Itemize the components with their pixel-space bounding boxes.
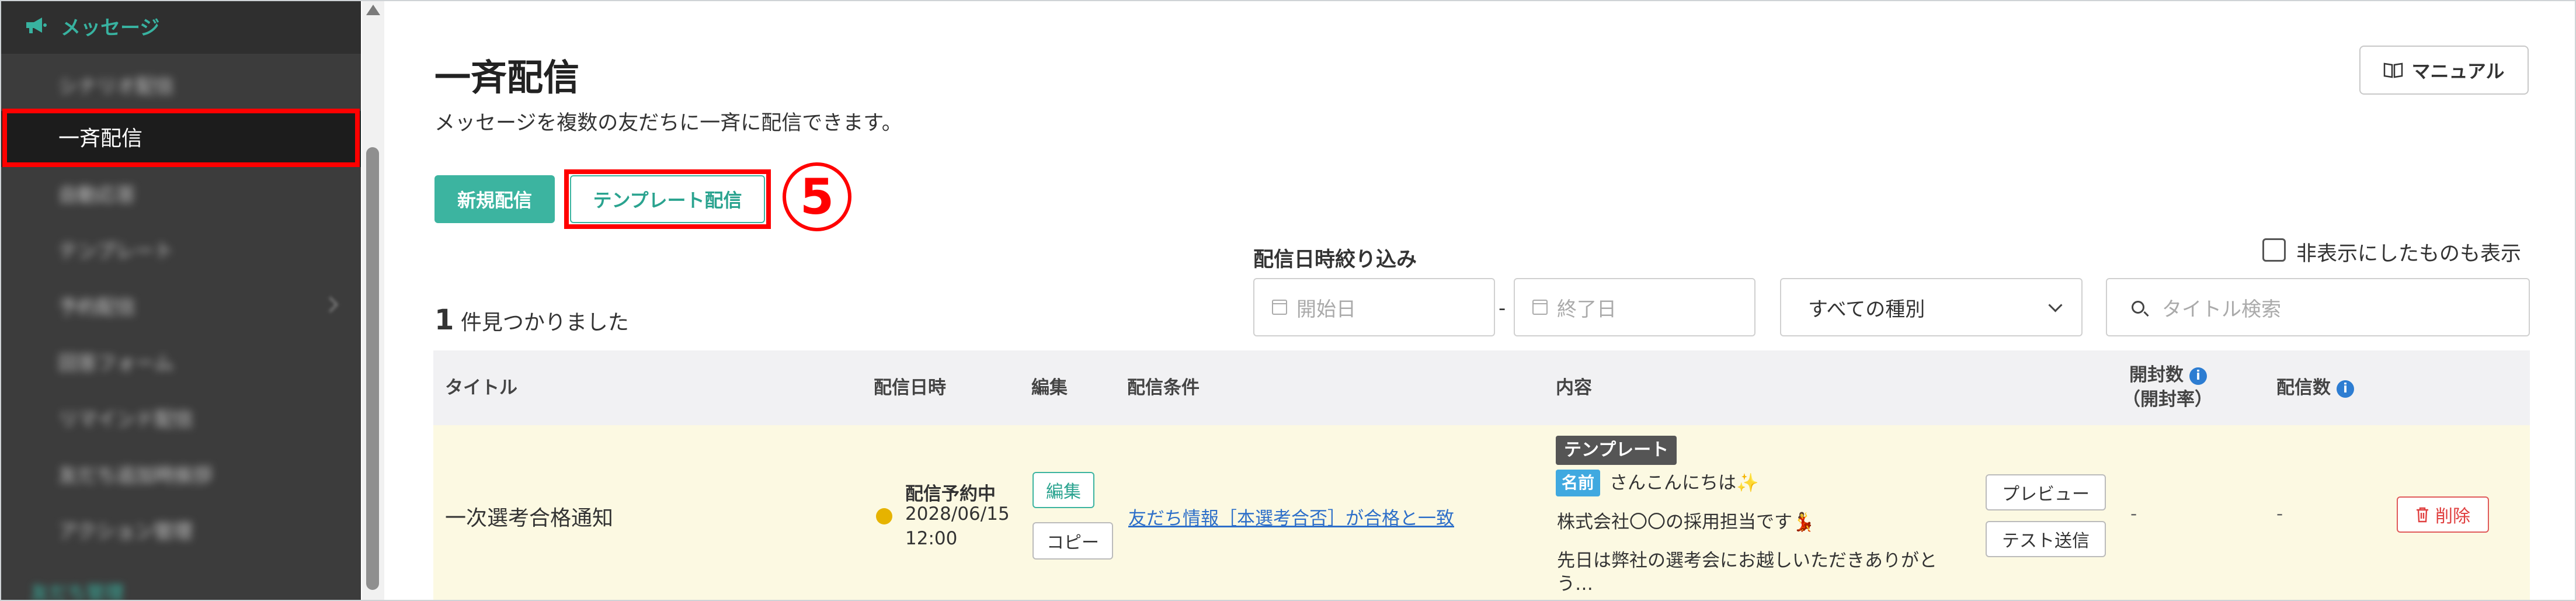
- trash-icon: [2417, 507, 2428, 523]
- sidebar-header[interactable]: メッセージ: [0, 0, 361, 54]
- chevron-down-icon: [322, 297, 338, 312]
- info-icon[interactable]: i: [2337, 380, 2354, 398]
- result-count-number: 1: [434, 304, 454, 336]
- show-hidden-checkbox[interactable]: [2262, 238, 2286, 262]
- condition-link[interactable]: 友だち情報［本選考合否］が合格と一致: [1128, 503, 1454, 530]
- content-line: う…: [1557, 574, 1593, 595]
- manual-label: マニュアル: [2411, 60, 2505, 82]
- content-line: 株式会社〇〇の採用担当です💃: [1557, 512, 1815, 533]
- delete-button[interactable]: 削除: [2397, 496, 2489, 533]
- page-title: 一斉配信: [434, 56, 580, 99]
- sidebar-item-scenario[interactable]: シナリオ配信: [58, 69, 174, 104]
- open-count-value: -: [2130, 503, 2137, 524]
- chevron-down-icon: [2048, 297, 2063, 312]
- calendar-icon: [1532, 300, 1548, 315]
- column-header-edit: 編集: [1031, 377, 1068, 398]
- sidebar-item-auto-reply[interactable]: 自動応答: [58, 178, 135, 213]
- sidebar-header-label: メッセージ: [61, 16, 160, 40]
- sidebar-item-form[interactable]: 回答フォーム: [58, 346, 173, 381]
- copy-button[interactable]: コピー: [1033, 522, 1113, 560]
- table-header: [433, 350, 2530, 425]
- column-header-content: 内容: [1556, 377, 1592, 398]
- test-send-button[interactable]: テスト送信: [1986, 521, 2106, 557]
- type-select-value: すべての種別: [1808, 297, 1925, 321]
- preview-button[interactable]: プレビュー: [1986, 474, 2106, 510]
- sidebar-item-remind[interactable]: リマインド配信: [58, 402, 193, 437]
- book-icon: [2384, 62, 2403, 78]
- search-placeholder: タイトル検索: [2162, 297, 2281, 321]
- scrollbar-thumb[interactable]: [366, 147, 379, 590]
- show-hidden-label: 非表示にしたものも表示: [2296, 242, 2522, 266]
- sent-count-value: -: [2276, 503, 2283, 524]
- result-count-suffix: 件見つかりました: [460, 311, 629, 335]
- type-select[interactable]: すべての種別: [1780, 278, 2083, 336]
- highlight-box-broadcast: [2, 109, 360, 167]
- name-tag: 名前: [1556, 470, 1601, 496]
- scroll-up-arrow-icon[interactable]: [366, 5, 380, 15]
- highlight-box-template: [564, 169, 771, 229]
- search-icon: [2132, 301, 2144, 314]
- new-broadcast-button[interactable]: 新規配信: [434, 175, 555, 223]
- sidebar: メッセージ シナリオ配信 一斉配信 自動応答 テンプレート 予約配信 回答フォー…: [0, 0, 361, 601]
- delete-label: 削除: [2435, 506, 2470, 527]
- date-filter-label: 配信日時絞り込み: [1253, 248, 1417, 272]
- table-row: [433, 425, 2530, 601]
- column-header-date: 配信日時: [874, 377, 946, 398]
- sidebar-item-template[interactable]: テンプレート: [58, 234, 173, 269]
- column-header-open: 開封数 i: [2129, 363, 2207, 387]
- date-separator: -: [1499, 297, 1506, 320]
- status-dot-icon: [876, 508, 892, 524]
- page-subtitle: メッセージを複数の友だちに一斉に配信できます。: [434, 112, 902, 135]
- calendar-icon: [1272, 300, 1287, 315]
- title-search-input[interactable]: タイトル検索: [2106, 278, 2530, 336]
- end-date-input[interactable]: 終了日: [1514, 278, 1755, 336]
- column-header-condition: 配信条件: [1127, 377, 1200, 398]
- info-icon[interactable]: i: [2189, 367, 2207, 385]
- template-badge: テンプレート: [1556, 436, 1677, 465]
- column-header-title: タイトル: [445, 377, 517, 398]
- row-time: 12:00: [905, 528, 958, 549]
- sidebar-item-scheduled[interactable]: 予約配信: [58, 290, 135, 325]
- end-date-placeholder: 終了日: [1557, 297, 1616, 321]
- content-line: さんこんにちは✨: [1609, 473, 1759, 494]
- manual-button[interactable]: マニュアル: [2359, 46, 2529, 95]
- start-date-input[interactable]: 開始日: [1253, 278, 1495, 336]
- sidebar-item-greeting[interactable]: 友だち追加時挨拶: [58, 458, 213, 493]
- column-header-open-rate: （開封率）: [2122, 389, 2213, 410]
- column-header-sent: 配信数 i: [2276, 376, 2354, 399]
- row-status: 配信予約中: [905, 484, 996, 505]
- sidebar-item-friends[interactable]: 友だち管理: [30, 578, 171, 601]
- step-number-badge: 5: [783, 162, 851, 231]
- row-date: 2028/06/15: [905, 503, 1010, 524]
- start-date-placeholder: 開始日: [1296, 297, 1356, 321]
- content-line: 先日は弊社の選考会にお越しいただきありがと: [1557, 550, 1937, 571]
- result-count: 1 件見つかりました: [434, 304, 629, 336]
- sidebar-item-action[interactable]: アクション管理: [58, 514, 192, 549]
- row-title: 一次選考合格通知: [445, 506, 614, 530]
- megaphone-icon: [26, 18, 47, 33]
- column-header-open-label: 開封数: [2129, 364, 2184, 385]
- column-header-sent-label: 配信数: [2276, 377, 2331, 398]
- edit-button[interactable]: 編集: [1033, 472, 1094, 508]
